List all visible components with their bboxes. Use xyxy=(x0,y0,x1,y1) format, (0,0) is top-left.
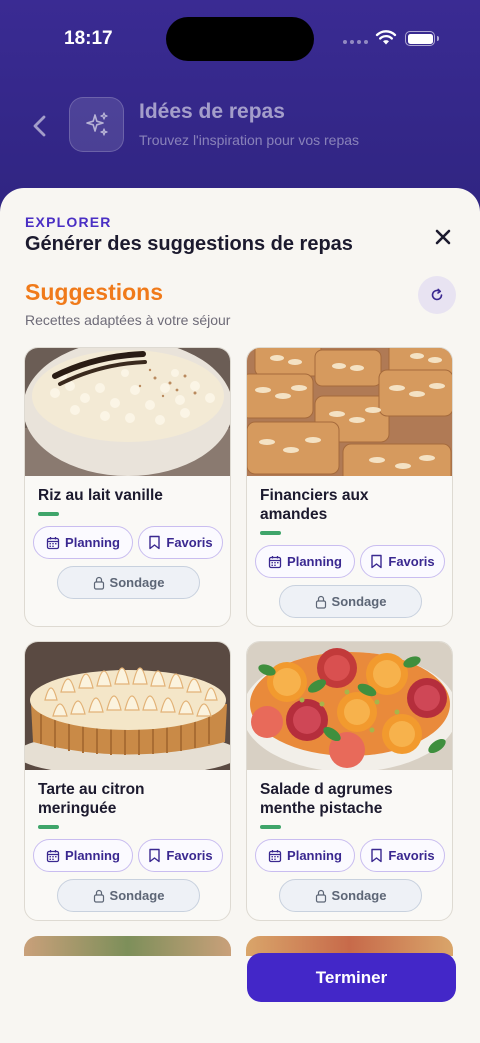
recipe-name: Riz au lait vanille xyxy=(38,487,163,504)
planning-label: Planning xyxy=(287,554,342,569)
planning-button[interactable]: Planning xyxy=(33,839,133,872)
favoris-label: Favoris xyxy=(388,848,435,863)
header-title: Idées de repas xyxy=(139,100,285,123)
sondage-button[interactable]: Sondage xyxy=(57,566,200,599)
suggestions-sheet: EXPLORER Générer des suggestions de repa… xyxy=(0,188,480,1043)
calendar-icon xyxy=(46,536,60,549)
recipe-image-citrus-salad xyxy=(247,642,452,770)
sondage-label: Sondage xyxy=(331,594,387,609)
sondage-label: Sondage xyxy=(331,888,387,903)
section-title: Suggestions xyxy=(25,279,164,305)
recipe-accent-bar xyxy=(38,825,59,829)
bookmark-icon xyxy=(149,848,161,863)
lock-icon xyxy=(315,889,326,903)
recipe-name: Tarte au citron meringuée xyxy=(38,781,145,817)
recipe-name: Salade d agrumes menthe pistache xyxy=(260,781,393,817)
recipe-accent-bar xyxy=(38,512,59,516)
planning-label: Planning xyxy=(65,535,120,550)
planning-label: Planning xyxy=(65,848,120,863)
recipe-image-lemon-tart xyxy=(25,642,230,770)
bookmark-icon xyxy=(371,554,383,569)
header-subtitle: Trouvez l'inspiration pour vos repas xyxy=(139,132,360,148)
lock-icon xyxy=(93,576,104,590)
recipe-accent-bar xyxy=(260,531,281,535)
recipe-card[interactable]: Riz au lait vanille Planning Favoris Son… xyxy=(24,347,231,627)
back-button[interactable] xyxy=(28,112,52,140)
lock-icon xyxy=(93,889,104,903)
refresh-button[interactable] xyxy=(418,276,456,314)
sondage-button[interactable]: Sondage xyxy=(279,585,422,618)
planning-button[interactable]: Planning xyxy=(255,839,355,872)
bookmark-icon xyxy=(149,535,161,550)
sondage-button[interactable]: Sondage xyxy=(57,879,200,912)
status-time: 18:17 xyxy=(64,28,113,49)
recipe-image-financiers xyxy=(247,348,452,476)
battery-icon xyxy=(405,31,439,46)
status-bar: 18:17 xyxy=(0,0,480,78)
recipe-image-rice-pudding xyxy=(25,348,230,476)
sparkles-icon xyxy=(69,97,124,152)
favoris-button[interactable]: Favoris xyxy=(138,526,223,559)
favoris-button[interactable]: Favoris xyxy=(360,839,445,872)
section-subtitle: Recettes adaptées à votre séjour xyxy=(25,312,231,328)
calendar-icon xyxy=(268,849,282,862)
favoris-label: Favoris xyxy=(388,554,435,569)
calendar-icon xyxy=(268,555,282,568)
favoris-button[interactable]: Favoris xyxy=(138,839,223,872)
recipe-card[interactable]: Salade d agrumes menthe pistache Plannin… xyxy=(246,641,453,921)
finish-button[interactable]: Terminer xyxy=(247,953,456,1002)
calendar-icon xyxy=(46,849,60,862)
recipe-accent-bar xyxy=(260,825,281,829)
recipe-card[interactable]: Tarte au citron meringuée Planning Favor… xyxy=(24,641,231,921)
dynamic-island xyxy=(166,17,314,61)
favoris-label: Favoris xyxy=(166,848,213,863)
sondage-button[interactable]: Sondage xyxy=(279,879,422,912)
wifi-icon xyxy=(375,30,397,45)
recipe-card[interactable]: Financiers aux amandes Planning Favoris … xyxy=(246,347,453,627)
sheet-eyebrow: EXPLORER xyxy=(25,214,112,230)
recipe-name: Financiers aux amandes xyxy=(260,487,369,523)
sheet-title: Générer des suggestions de repas xyxy=(25,233,353,255)
favoris-label: Favoris xyxy=(166,535,213,550)
refresh-icon xyxy=(431,288,443,301)
favoris-button[interactable]: Favoris xyxy=(360,545,445,578)
lock-icon xyxy=(315,595,326,609)
recipe-card-peek xyxy=(24,936,231,956)
bookmark-icon xyxy=(371,848,383,863)
planning-label: Planning xyxy=(287,848,342,863)
cellular-signal-icon xyxy=(343,40,368,44)
planning-button[interactable]: Planning xyxy=(33,526,133,559)
sondage-label: Sondage xyxy=(109,575,165,590)
sondage-label: Sondage xyxy=(109,888,165,903)
planning-button[interactable]: Planning xyxy=(255,545,355,578)
close-button[interactable] xyxy=(432,226,454,248)
